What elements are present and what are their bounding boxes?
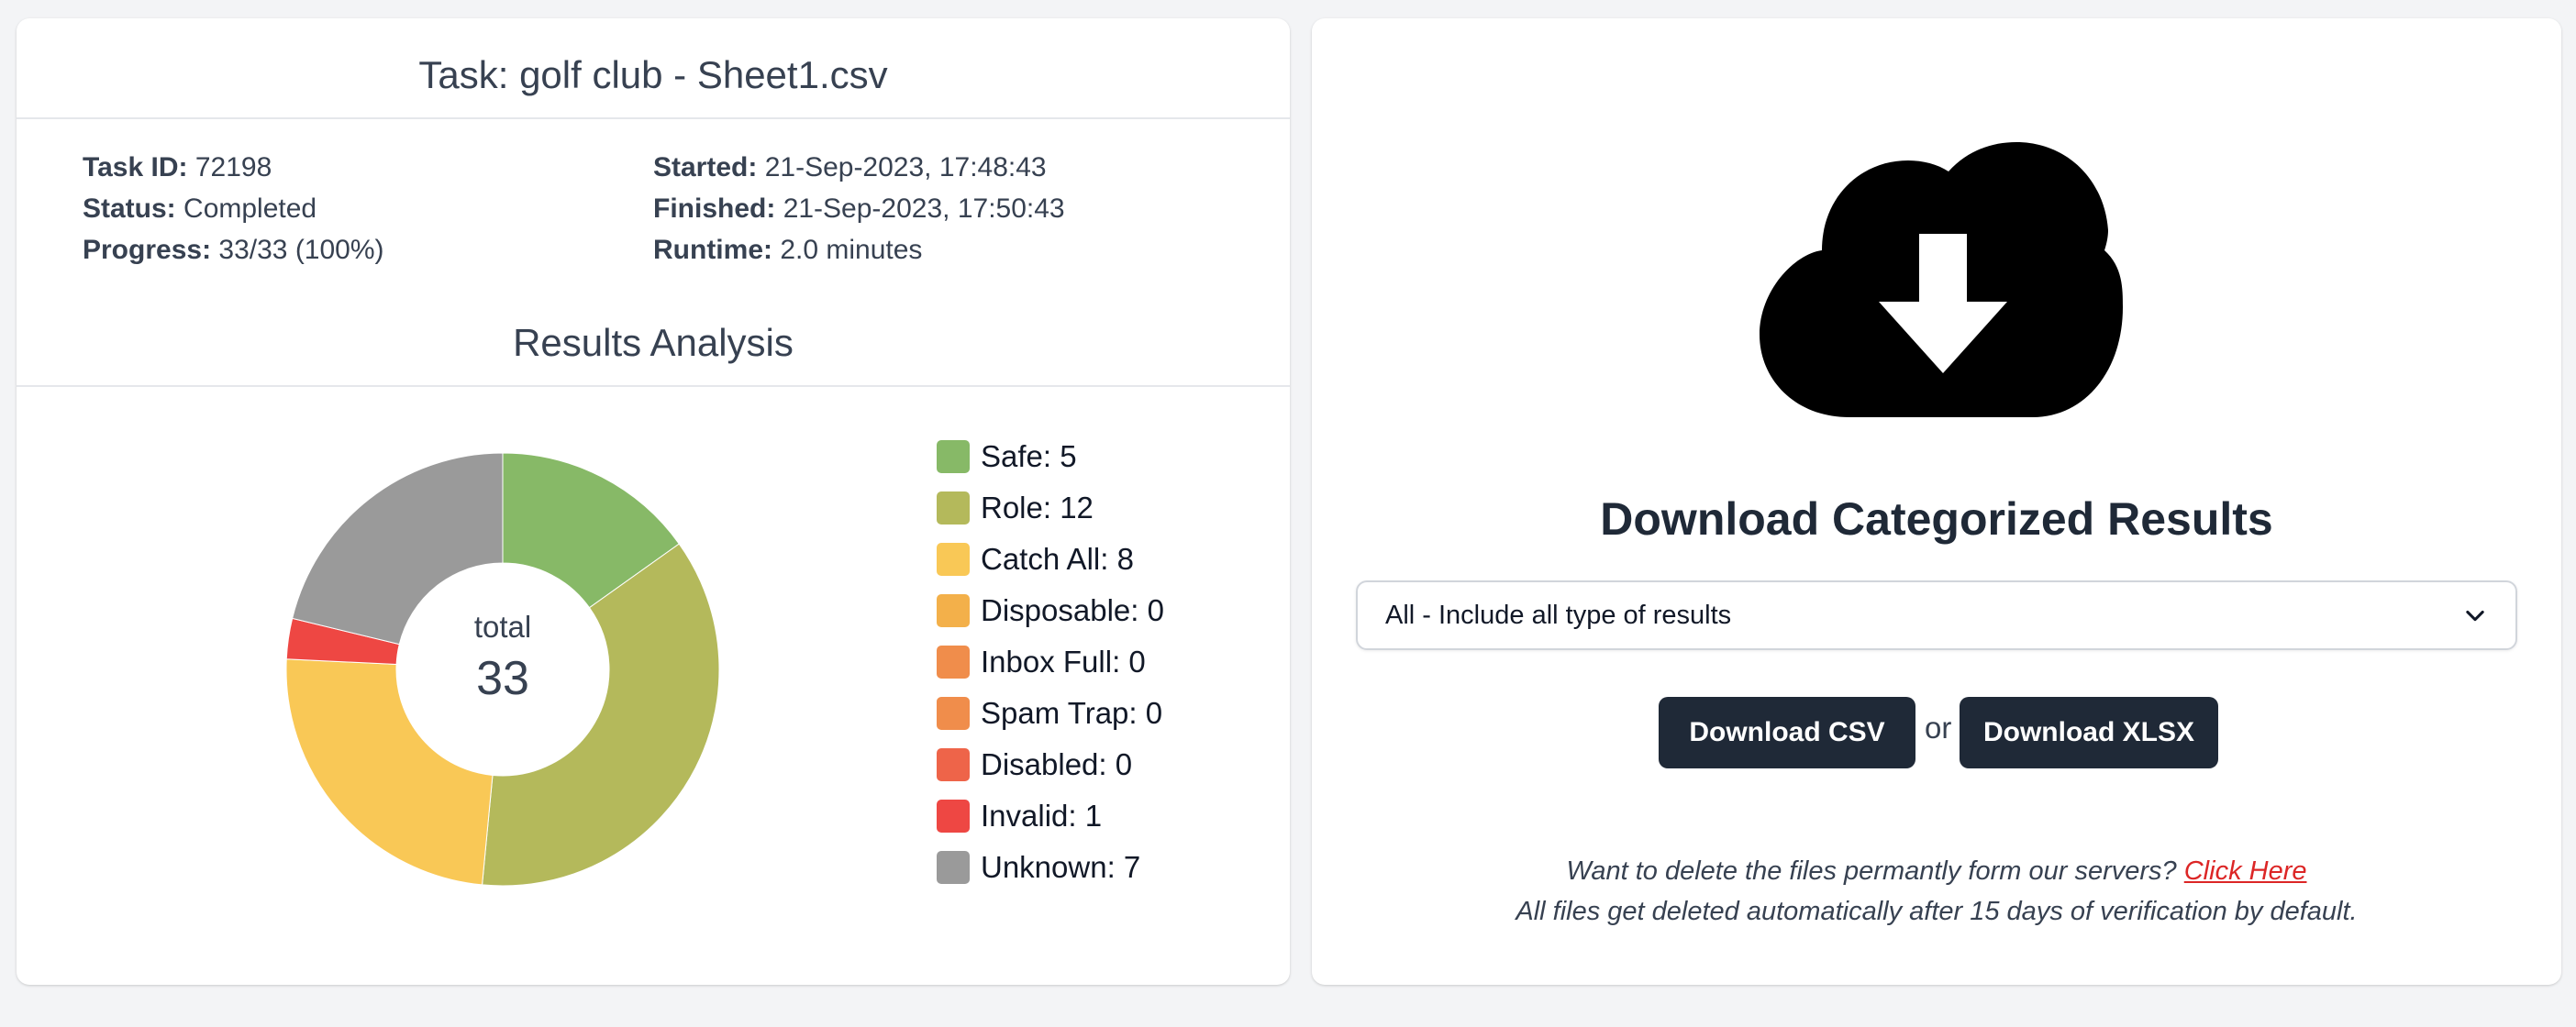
- runtime-row: Runtime: 2.0 minutes: [653, 229, 1065, 271]
- delete-files-link[interactable]: Click Here: [2184, 856, 2307, 886]
- download-title: Download Categorized Results: [1600, 493, 2273, 545]
- legend-swatch: [937, 594, 970, 627]
- delete-note: Want to delete the files permantly form …: [1312, 856, 2561, 887]
- select-value: All - Include all type of results: [1385, 600, 1732, 630]
- progress-label: Progress:: [83, 235, 212, 265]
- legend-swatch: [937, 697, 970, 730]
- progress-value: 33/33 (100%): [218, 235, 384, 265]
- legend-swatch: [937, 851, 970, 884]
- runtime-value: 2.0 minutes: [780, 235, 923, 265]
- legend-label: Unknown: 7: [981, 850, 1141, 884]
- legend-label: Spam Trap: 0: [981, 696, 1163, 730]
- legend-label: Disabled: 0: [981, 747, 1133, 781]
- task-title: Task: golf club - Sheet1.csv: [418, 53, 888, 96]
- legend-label: Disposable: 0: [981, 593, 1164, 627]
- status-row: Status: Completed: [83, 188, 384, 229]
- task-id-label: Task ID:: [83, 152, 188, 182]
- status-label: Status:: [83, 193, 176, 224]
- delete-note-text: Want to delete the files permantly form …: [1566, 856, 2177, 886]
- task-info-right: Started: 21-Sep-2023, 17:48:43 Finished:…: [653, 147, 1065, 271]
- legend-label: Role: 12: [981, 491, 1094, 525]
- legend-label: Catch All: 8: [981, 542, 1134, 576]
- cloud-download-icon: [1760, 142, 2123, 417]
- download-csv-button[interactable]: Download CSV: [1659, 697, 1915, 768]
- results-donut-chart: total 33: [264, 431, 741, 908]
- result-type-select[interactable]: All - Include all type of results: [1356, 580, 2517, 650]
- legend-swatch: [937, 800, 970, 833]
- legend-item-disposable[interactable]: Disposable: 0: [937, 585, 1164, 636]
- legend-swatch: [937, 646, 970, 679]
- divider: [17, 117, 1290, 119]
- analysis-title: Results Analysis: [513, 321, 794, 364]
- legend-label: Inbox Full: 0: [981, 645, 1146, 679]
- legend-item-spam-trap[interactable]: Spam Trap: 0: [937, 688, 1164, 739]
- started-label: Started:: [653, 152, 758, 182]
- chevron-down-icon: [2466, 610, 2484, 622]
- donut-center-label: total: [473, 610, 532, 644]
- task-id-row: Task ID: 72198: [83, 147, 384, 188]
- download-xlsx-button[interactable]: Download XLSX: [1960, 697, 2218, 768]
- legend-swatch: [937, 491, 970, 525]
- legend-item-role[interactable]: Role: 12: [937, 482, 1164, 534]
- download-card: Download Categorized Results All - Inclu…: [1312, 18, 2561, 985]
- legend-item-safe[interactable]: Safe: 5: [937, 431, 1164, 482]
- auto-delete-note: All files get deleted automatically afte…: [1516, 897, 2358, 926]
- chart-legend: Safe: 5 Role: 12 Catch All: 8 Disposable: 0…: [937, 431, 1164, 893]
- legend-item-unknown[interactable]: Unknown: 7: [937, 842, 1164, 893]
- legend-label: Invalid: 1: [981, 799, 1103, 833]
- started-row: Started: 21-Sep-2023, 17:48:43: [653, 147, 1065, 188]
- task-info-left: Task ID: 72198 Status: Completed Progres…: [83, 147, 384, 271]
- legend-item-catch-all[interactable]: Catch All: 8: [937, 534, 1164, 585]
- divider: [17, 385, 1290, 387]
- finished-label: Finished:: [653, 193, 776, 224]
- status-value: Completed: [183, 193, 317, 224]
- task-summary-card: Task: golf club - Sheet1.csv Task ID: 72…: [17, 18, 1290, 985]
- finished-value: 21-Sep-2023, 17:50:43: [783, 193, 1065, 224]
- started-value: 21-Sep-2023, 17:48:43: [764, 152, 1047, 182]
- task-id-value: 72198: [194, 152, 272, 182]
- legend-item-disabled[interactable]: Disabled: 0: [937, 739, 1164, 790]
- legend-label: Safe: 5: [981, 439, 1077, 473]
- or-label: or: [1925, 711, 1952, 745]
- runtime-label: Runtime:: [653, 235, 772, 265]
- legend-item-inbox-full[interactable]: Inbox Full: 0: [937, 636, 1164, 688]
- legend-swatch: [937, 748, 970, 781]
- legend-item-invalid[interactable]: Invalid: 1: [937, 790, 1164, 842]
- legend-swatch: [937, 543, 970, 576]
- legend-swatch: [937, 440, 970, 473]
- progress-row: Progress: 33/33 (100%): [83, 229, 384, 271]
- donut-center-value: 33: [476, 652, 529, 705]
- finished-row: Finished: 21-Sep-2023, 17:50:43: [653, 188, 1065, 229]
